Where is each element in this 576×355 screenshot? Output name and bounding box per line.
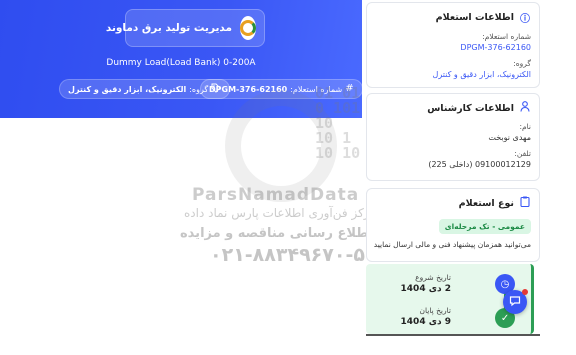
inquiry-number-label: شماره استعلام: [482, 32, 531, 41]
bottom-divider [366, 334, 540, 336]
expert-phone-label: تلفن: [514, 149, 531, 158]
organization-logo [240, 16, 256, 40]
organization-badge[interactable]: مدیریت تولید برق دماوند [106, 9, 265, 47]
end-date: تاریخ پایان 9 دی 1404 [401, 306, 451, 327]
start-date-value: 2 دی 1404 [400, 284, 451, 294]
group-label: گروه: [513, 59, 531, 68]
inquiry-info-heading: ⓘ اطلاعات استعلام [435, 12, 530, 25]
group-chip: گروه: الکترونیک، ابزار دقیق و کنترل [59, 79, 231, 99]
clipboard-icon [519, 196, 531, 210]
expert-phone-value[interactable]: 09100012129 (داخلی 225) [375, 160, 531, 169]
chat-button[interactable] [503, 289, 528, 314]
expert-name-value: مهدی نوبخت [488, 133, 531, 142]
watermark-phone: ۰۲۱-۸۸۳۴۹۶۷۰-۵ [210, 244, 365, 266]
watermark-line-1: مرکز فن‌آوری اطلاعات پارس نماد داده [184, 206, 377, 220]
expert-name-label: نام: [519, 122, 531, 131]
inquiry-info-card: ⓘ اطلاعات استعلام شماره استعلام: DPGM-37… [366, 2, 540, 88]
inquiry-type-heading: نوع استعلام [375, 196, 531, 210]
tag-icon [211, 83, 221, 96]
end-date-label: تاریخ پایان [419, 306, 451, 315]
organization-name: مدیریت تولید برق دماوند [105, 22, 232, 34]
inquiry-number-value[interactable]: DPGM-376-62160 [375, 43, 531, 52]
expert-info-card: اطلاعات کارشناس نام: مهدی نوبخت تلفن: 09… [366, 93, 540, 181]
group-value[interactable]: الکترونیک، ابزار دقیق و کنترل [375, 70, 531, 79]
user-icon [519, 101, 531, 115]
inquiry-hero-banner: مدیریت تولید برق دماوند Dummy Load(Load … [0, 0, 363, 118]
chat-notification-badge [522, 289, 528, 295]
inquiry-type-description: می‌توانید همزمان پیشنهاد فنی و مالی ارسا… [373, 240, 531, 249]
watermark-brand: ParsNamadData [192, 185, 360, 205]
info-icon: ⓘ [520, 14, 530, 25]
chat-icon [509, 295, 521, 310]
inquiry-type-card: نوع استعلام عمومی - تک مرحله‌ای می‌توانی… [366, 188, 540, 262]
inquiry-number-chip-label: شماره استعلام: [290, 84, 343, 94]
start-date-label: تاریخ شروع [415, 273, 451, 282]
end-date-value: 9 دی 1404 [400, 317, 451, 327]
expert-info-heading: اطلاعات کارشناس [375, 101, 531, 115]
group-chip-value: الکترونیک، ابزار دقیق و کنترل [68, 84, 187, 94]
inquiry-title: Dummy Load(Load Bank) 0-200A [106, 58, 256, 68]
hash-icon: # [345, 83, 354, 94]
inquiry-type-tag: عمومی - تک مرحله‌ای [438, 219, 531, 234]
start-date: تاریخ شروع 2 دی 1404 [401, 273, 451, 294]
group-chip-label: گروه: [189, 84, 209, 94]
